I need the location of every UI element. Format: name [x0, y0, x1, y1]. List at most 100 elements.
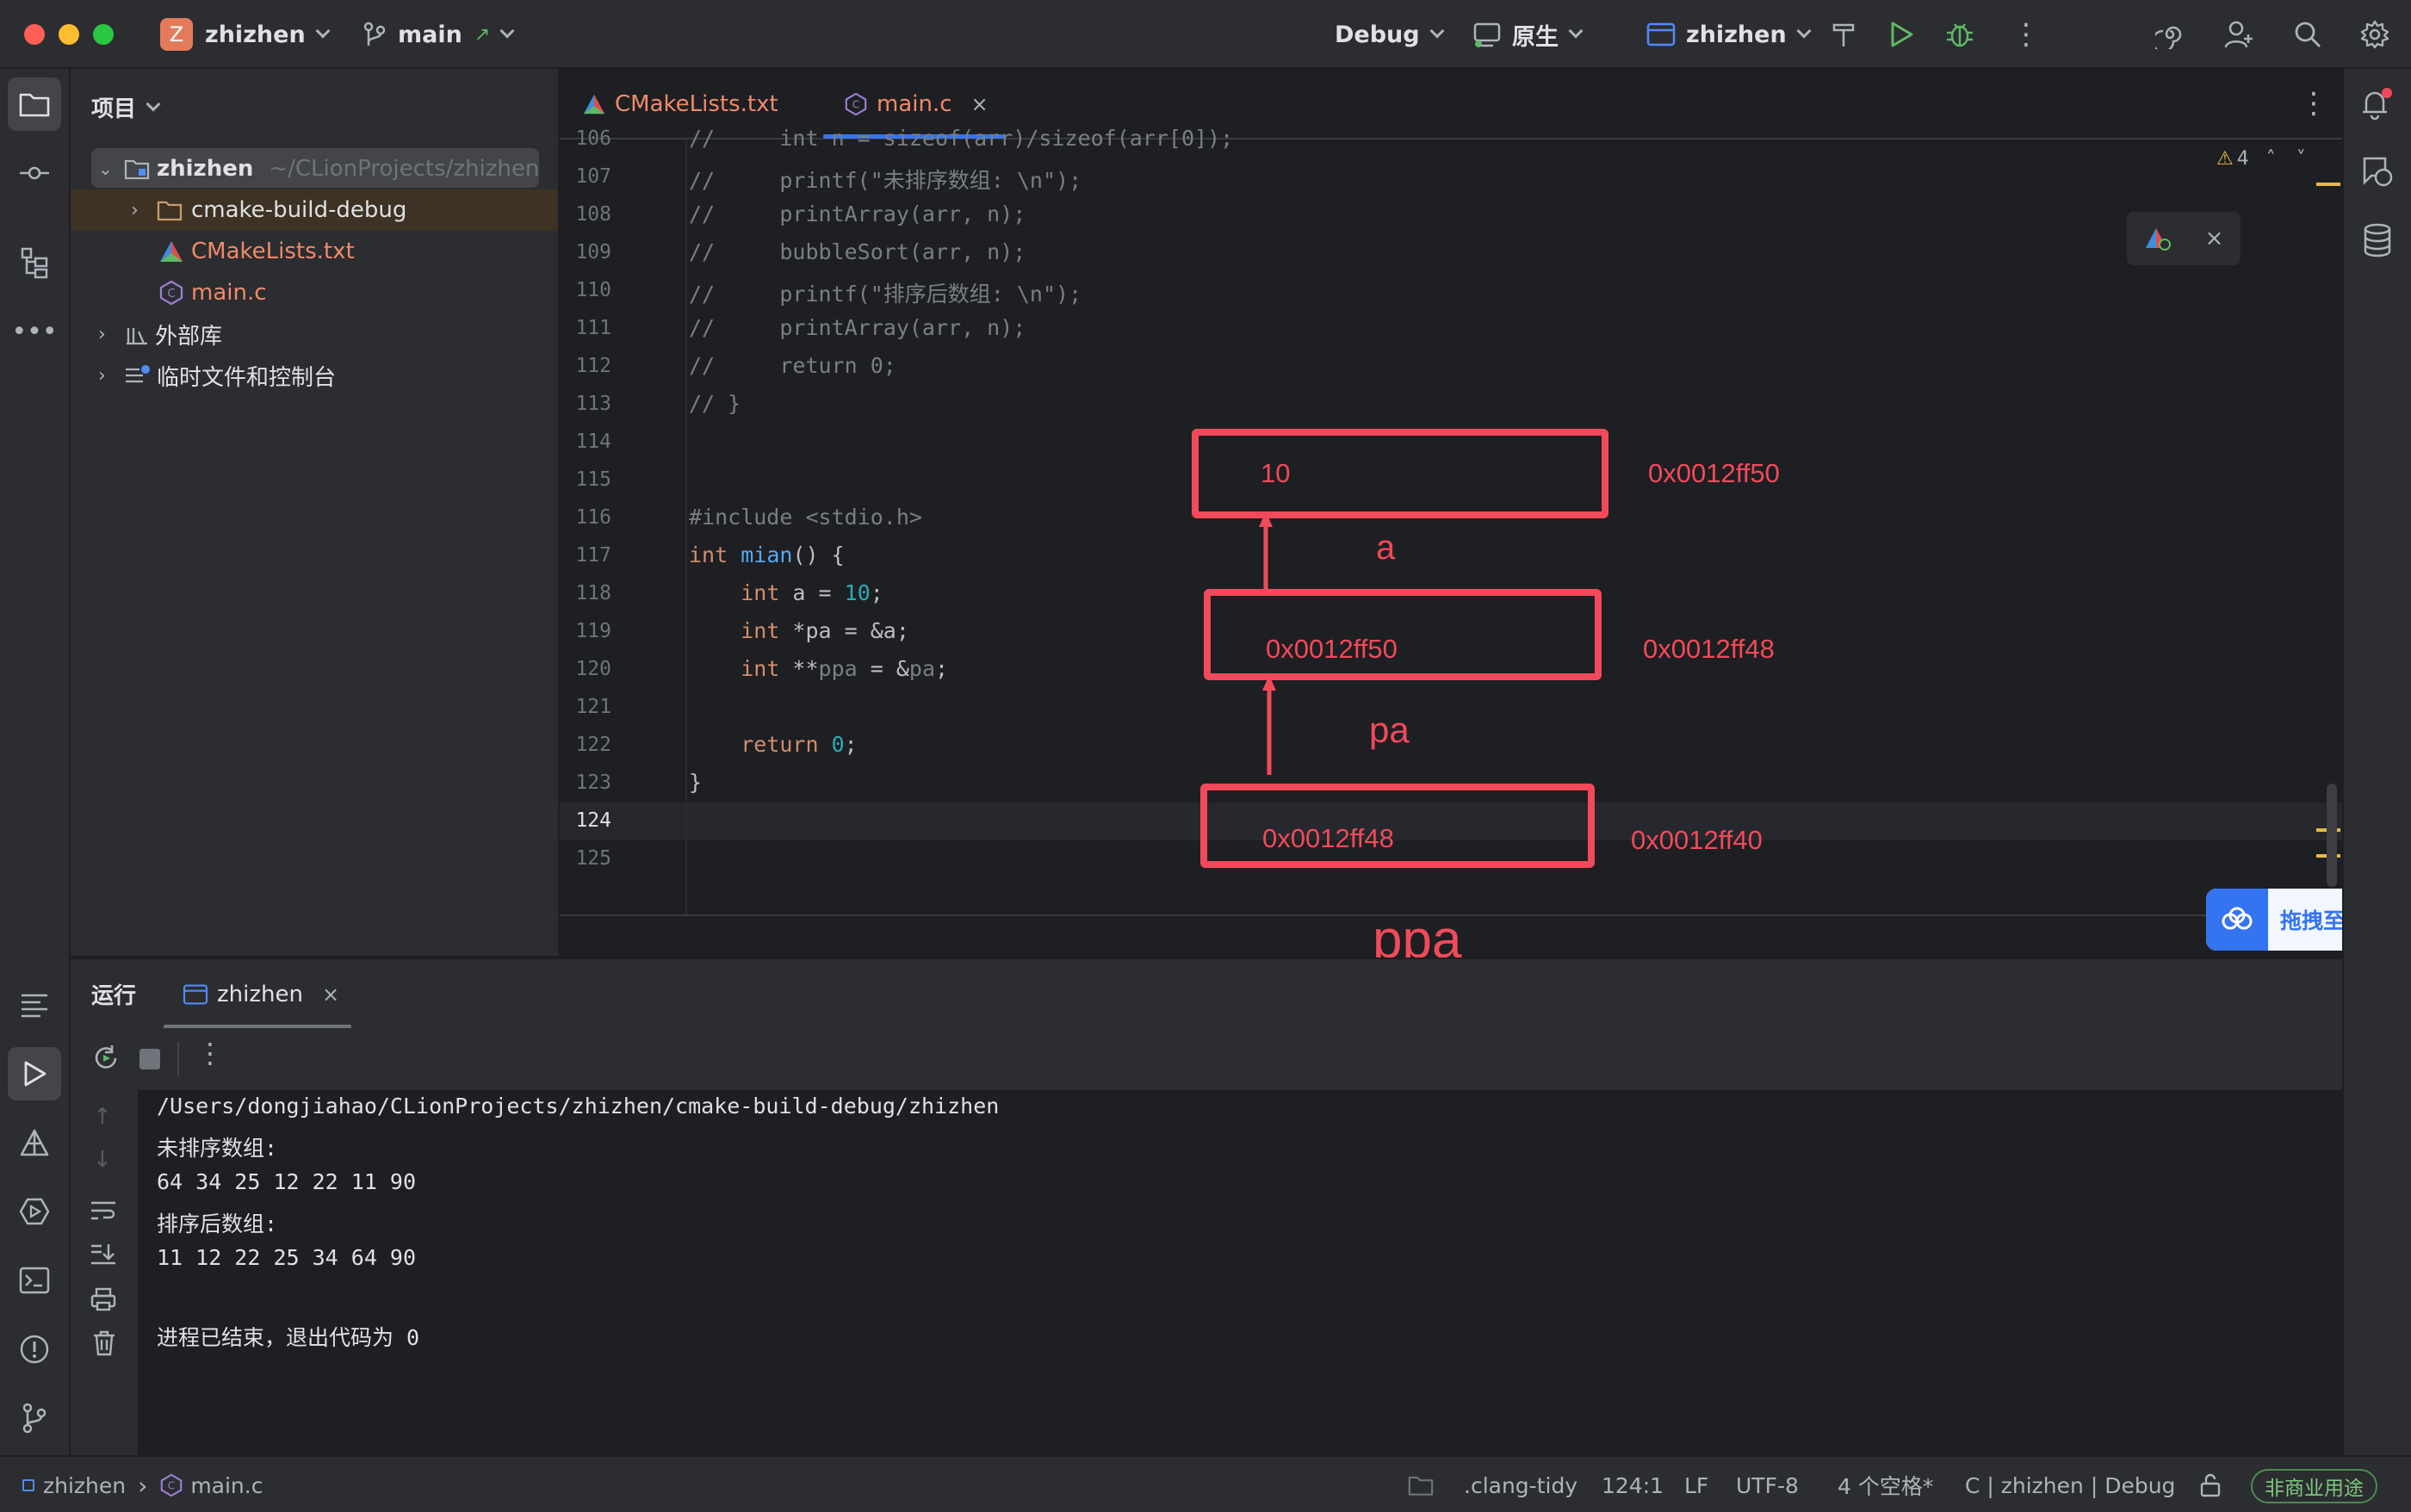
code-line-111: // printArray(arr, n);: [689, 315, 1026, 340]
memory-box-a: [1192, 429, 1608, 518]
inspections-widget[interactable]: ⚠ 4 ˄ ˅: [2216, 148, 2306, 170]
run-target-dropdown[interactable]: zhizhen: [1646, 0, 1812, 69]
breadcrumb-project[interactable]: zhizhen: [43, 1473, 126, 1498]
build-config-dropdown[interactable]: Debug: [1335, 0, 1445, 69]
services-tool-button[interactable]: [8, 1185, 61, 1238]
close-window-button[interactable]: [24, 24, 45, 45]
line-separator[interactable]: LF: [1684, 1457, 1708, 1512]
search-button[interactable]: [2289, 15, 2327, 53]
close-icon[interactable]: ×: [971, 92, 989, 116]
soft-wrap-button[interactable]: [90, 1199, 117, 1223]
cmake-tool-button[interactable]: [8, 1116, 61, 1169]
tab-options-button[interactable]: ⋮: [2299, 86, 2328, 121]
tree-item-label: 临时文件和控制台: [157, 364, 337, 391]
project-tool-button[interactable]: [8, 77, 61, 131]
line-number: 115: [575, 468, 611, 491]
ai-chat-button[interactable]: [2359, 155, 2396, 189]
console-line: /Users/dongjiahao/CLionProjects/zhizhen/…: [157, 1094, 1000, 1119]
commit-tool-button[interactable]: [8, 146, 61, 200]
terminal-icon: [19, 1267, 50, 1294]
project-switcher[interactable]: Z zhizhen: [160, 0, 331, 69]
code-line-107: // printf("未排序数组: \n");: [689, 168, 1082, 193]
run-more-button[interactable]: ⋮: [196, 1037, 224, 1069]
keyword: int: [741, 580, 780, 605]
line-number: 122: [575, 734, 611, 756]
gutter-divider: [685, 139, 687, 914]
arrow-up-right-icon: ↗: [474, 23, 491, 46]
line-number: 106: [575, 127, 611, 150]
more-vertical-icon: ⋮: [2299, 86, 2328, 121]
run-button[interactable]: [1887, 0, 1915, 69]
ai-assistant-button[interactable]: [2151, 15, 2189, 53]
problems-tool-button[interactable]: [8, 1323, 61, 1376]
line-number: 113: [575, 393, 611, 415]
tree-item-cmake-build-debug[interactable]: › cmake-build-debug: [71, 189, 558, 231]
linter-status[interactable]: .clang-tidy: [1464, 1457, 1577, 1512]
scroll-down-button[interactable]: ↓: [93, 1147, 112, 1173]
caret-position[interactable]: 124:1: [1602, 1457, 1664, 1512]
indent-setting[interactable]: 4 个空格*: [1838, 1457, 1933, 1512]
file-encoding[interactable]: UTF-8: [1736, 1457, 1799, 1512]
editor-scrollbar[interactable]: [2327, 784, 2337, 887]
print-button[interactable]: [90, 1286, 117, 1312]
close-icon[interactable]: ×: [322, 982, 339, 1007]
clear-console-button[interactable]: [91, 1329, 117, 1357]
memory-value-pa: 0x0012ff50: [1266, 634, 1398, 664]
scroll-to-end-button[interactable]: [90, 1242, 117, 1266]
stop-button[interactable]: [139, 1049, 160, 1069]
build-hammer-button[interactable]: [1829, 0, 1858, 69]
context-selector[interactable]: C | zhizhen | Debug: [1965, 1457, 2175, 1512]
code-text: ;: [870, 580, 883, 605]
list-icon: [22, 994, 47, 1018]
tree-item-external-libraries[interactable]: › 外部库: [71, 313, 560, 355]
more-tools-button[interactable]: •••: [8, 305, 61, 358]
memory-address-ppa: 0x0012ff40: [1631, 825, 1763, 855]
debug-button[interactable]: [1944, 0, 1975, 69]
toolchain-dropdown[interactable]: 原生: [1472, 0, 1584, 69]
terminal-tool-button[interactable]: [8, 1254, 61, 1307]
branch-switcher[interactable]: main ↗: [363, 0, 515, 69]
app-window-icon: [1646, 22, 1676, 46]
database-button[interactable]: [2361, 222, 2394, 258]
chevron-down-icon[interactable]: ˅: [2296, 148, 2306, 170]
breadcrumb-file[interactable]: main.c: [190, 1473, 263, 1498]
add-user-button[interactable]: [2220, 15, 2258, 53]
license-badge[interactable]: 非商业用途: [2251, 1469, 2377, 1503]
bookmarks-tool-button[interactable]: [8, 978, 61, 1032]
git-branch-icon: [22, 1403, 46, 1434]
run-tool-button[interactable]: [8, 1047, 61, 1100]
chevron-right-icon: ›: [138, 1471, 148, 1500]
chevron-up-icon[interactable]: ˄: [2266, 148, 2276, 170]
notifications-button[interactable]: [2358, 84, 2396, 122]
code-line-113: // }: [689, 391, 741, 416]
settings-button[interactable]: [2356, 15, 2394, 53]
scroll-up-button[interactable]: ↑: [93, 1104, 112, 1130]
hammer-icon: [1832, 23, 1855, 46]
zoom-window-button[interactable]: [93, 24, 114, 45]
chevron-down-icon: ⌄: [98, 158, 113, 179]
structure-tool-button[interactable]: [8, 236, 61, 289]
project-panel-title[interactable]: 项目: [91, 91, 161, 123]
code-line-122: return 0;: [689, 732, 858, 757]
readonly-toggle[interactable]: [2199, 1457, 2222, 1512]
cmake-reload-icon[interactable]: [2144, 226, 2172, 251]
tree-item-cmakelists[interactable]: CMakeLists.txt: [71, 231, 560, 272]
console-line: 未排序数组:: [157, 1136, 278, 1161]
svg-text:C: C: [852, 99, 859, 111]
c-file-icon: C: [161, 1473, 183, 1497]
git-tool-button[interactable]: [8, 1391, 61, 1445]
rerun-button[interactable]: [91, 1044, 121, 1073]
more-vertical-icon: ⋮: [196, 1037, 224, 1069]
keyword: int: [689, 542, 728, 567]
tree-item-root[interactable]: ⌄ zhizhen ~/CLionProjects/zhizhen: [71, 148, 560, 189]
folder-status-button[interactable]: [1407, 1457, 1435, 1512]
code-line-120: int **ppa = &pa;: [689, 656, 948, 681]
tree-item-scratches[interactable]: › 临时文件和控制台: [71, 355, 560, 396]
more-actions-button[interactable]: ⋮: [2011, 0, 2041, 69]
line-number: 112: [575, 355, 611, 377]
tree-item-main-c[interactable]: C main.c: [71, 272, 560, 313]
minimize-window-button[interactable]: [59, 24, 79, 45]
console-output[interactable]: /Users/dongjiahao/CLionProjects/zhizhen/…: [138, 1090, 2342, 1455]
close-icon[interactable]: ×: [2205, 226, 2224, 251]
run-tab-zhizhen[interactable]: zhizhen ×: [183, 959, 339, 1030]
